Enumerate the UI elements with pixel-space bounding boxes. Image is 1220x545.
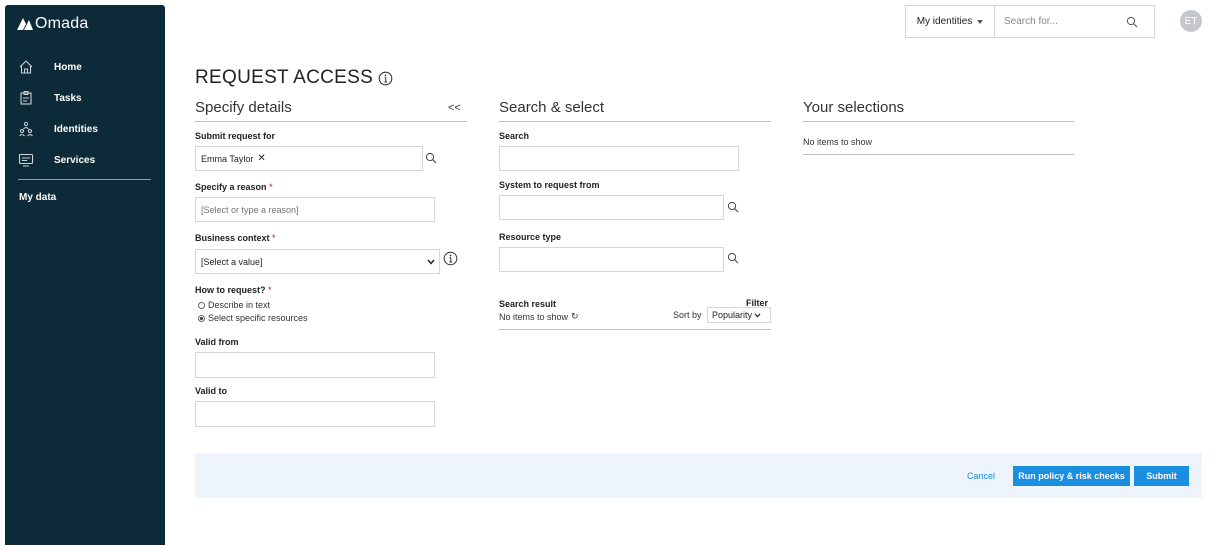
search-result-title: Search result <box>499 299 557 309</box>
divider <box>803 154 1074 155</box>
identities-icon <box>19 121 33 137</box>
remove-icon[interactable]: ✕ <box>257 153 265 164</box>
valid-from-label: Valid from <box>195 337 239 347</box>
radio-select-specific-resources[interactable]: Select specific resources <box>198 313 308 323</box>
divider <box>195 121 467 122</box>
divider <box>803 121 1074 122</box>
radio-button-selected[interactable] <box>198 314 205 322</box>
tasks-icon <box>20 91 32 105</box>
sidebar-divider <box>18 179 151 180</box>
sidebar-item-services[interactable]: Services <box>5 147 165 173</box>
system-field[interactable] <box>499 195 724 220</box>
how-to-request-label-text: How to request? <box>195 285 266 295</box>
your-selections-heading: Your selections <box>803 99 905 116</box>
search-icon[interactable] <box>1126 16 1138 28</box>
divider <box>499 121 771 122</box>
run-policy-checks-button[interactable]: Run policy & risk checks <box>1013 466 1130 486</box>
business-context-label-text: Business context <box>195 233 270 243</box>
business-context-label: Business context * <box>195 233 276 243</box>
submit-request-for-field[interactable]: Emma Taylor ✕ <box>195 146 423 171</box>
search-label: Search <box>499 131 530 141</box>
selections-empty: No items to show <box>803 137 873 147</box>
search-select-heading: Search & select <box>499 99 605 116</box>
chevron-down-icon <box>427 259 435 265</box>
cancel-button[interactable]: Cancel <box>967 471 995 481</box>
search-result-empty-text: No items to show <box>499 311 569 322</box>
scope-select[interactable]: My identities <box>906 6 995 37</box>
system-input[interactable] <box>505 196 723 219</box>
valid-to-label: Valid to <box>195 386 228 396</box>
global-search: My identities <box>905 5 1155 38</box>
radio-button[interactable] <box>198 301 205 309</box>
sidebar: Omada Home Tasks Identities Services My … <box>5 5 165 545</box>
valid-from-input[interactable] <box>201 353 434 377</box>
how-to-request-label: How to request? * <box>195 285 272 295</box>
required-mark: * <box>272 233 276 243</box>
search-icon[interactable] <box>425 152 437 164</box>
reason-label-text: Specify a reason <box>195 182 267 192</box>
resource-search-field[interactable] <box>499 146 739 171</box>
sidebar-item-home[interactable]: Home <box>5 54 165 80</box>
page-title-text: REQUEST ACCESS <box>195 67 374 88</box>
submit-request-for-label: Submit request for <box>195 131 276 141</box>
sidebar-item-label: Home <box>54 61 82 73</box>
required-mark: * <box>268 285 272 295</box>
radio-label: Select specific resources <box>208 313 308 323</box>
system-label: System to request from <box>499 180 600 190</box>
radio-describe-in-text[interactable]: Describe in text <box>198 300 270 310</box>
divider <box>499 329 771 330</box>
caret-down-icon <box>977 19 984 24</box>
radio-label: Describe in text <box>208 300 271 310</box>
sidebar-item-label: Identities <box>54 123 98 135</box>
sort-by-label: Sort by <box>673 310 702 320</box>
info-icon[interactable] <box>443 251 458 266</box>
sidebar-item-label: Services <box>54 154 96 166</box>
resource-type-label: Resource type <box>499 232 562 242</box>
submit-button[interactable]: Submit <box>1134 466 1189 486</box>
reason-field[interactable] <box>195 197 435 222</box>
scope-select-value: My identities <box>916 16 973 27</box>
collapse-button[interactable]: << <box>448 102 461 114</box>
page-title: REQUEST ACCESS <box>195 67 393 89</box>
omada-logo-icon <box>17 18 33 30</box>
resource-type-input[interactable] <box>505 248 723 271</box>
search-icon[interactable] <box>727 201 739 213</box>
sidebar-item-label: Tasks <box>54 92 82 104</box>
valid-from-field[interactable] <box>195 352 435 378</box>
sidebar-item-identities[interactable]: Identities <box>5 116 165 142</box>
identity-chip: Emma Taylor ✕ <box>201 153 266 164</box>
sidebar-item-my-data[interactable]: My data <box>19 192 56 203</box>
global-search-box <box>995 6 1154 37</box>
reason-input[interactable] <box>201 198 434 221</box>
specify-details-heading: Specify details <box>195 99 292 116</box>
sort-select[interactable]: Popularity <box>707 307 771 323</box>
resource-search-input[interactable] <box>505 147 738 170</box>
home-icon <box>19 60 33 74</box>
valid-to-field[interactable] <box>195 401 435 427</box>
search-result-empty: No items to show ↻ <box>499 311 579 322</box>
avatar[interactable]: ET <box>1180 10 1202 32</box>
sort-select-value: Popularity <box>712 310 753 320</box>
required-mark: * <box>269 182 273 192</box>
search-icon[interactable] <box>727 252 739 264</box>
logo[interactable]: Omada <box>17 15 88 33</box>
services-icon <box>18 153 34 167</box>
valid-to-input[interactable] <box>201 402 434 426</box>
refresh-icon[interactable]: ↻ <box>571 311 579 322</box>
chevron-down-icon <box>754 312 761 318</box>
business-context-value: [Select a value] <box>201 256 263 267</box>
identity-chip-label: Emma Taylor <box>201 153 254 164</box>
sidebar-item-tasks[interactable]: Tasks <box>5 85 165 111</box>
resource-type-field[interactable] <box>499 247 724 272</box>
info-icon[interactable] <box>378 71 393 86</box>
business-context-select[interactable]: [Select a value] <box>195 249 440 274</box>
reason-label: Specify a reason * <box>195 182 273 192</box>
logo-text: Omada <box>35 15 89 32</box>
